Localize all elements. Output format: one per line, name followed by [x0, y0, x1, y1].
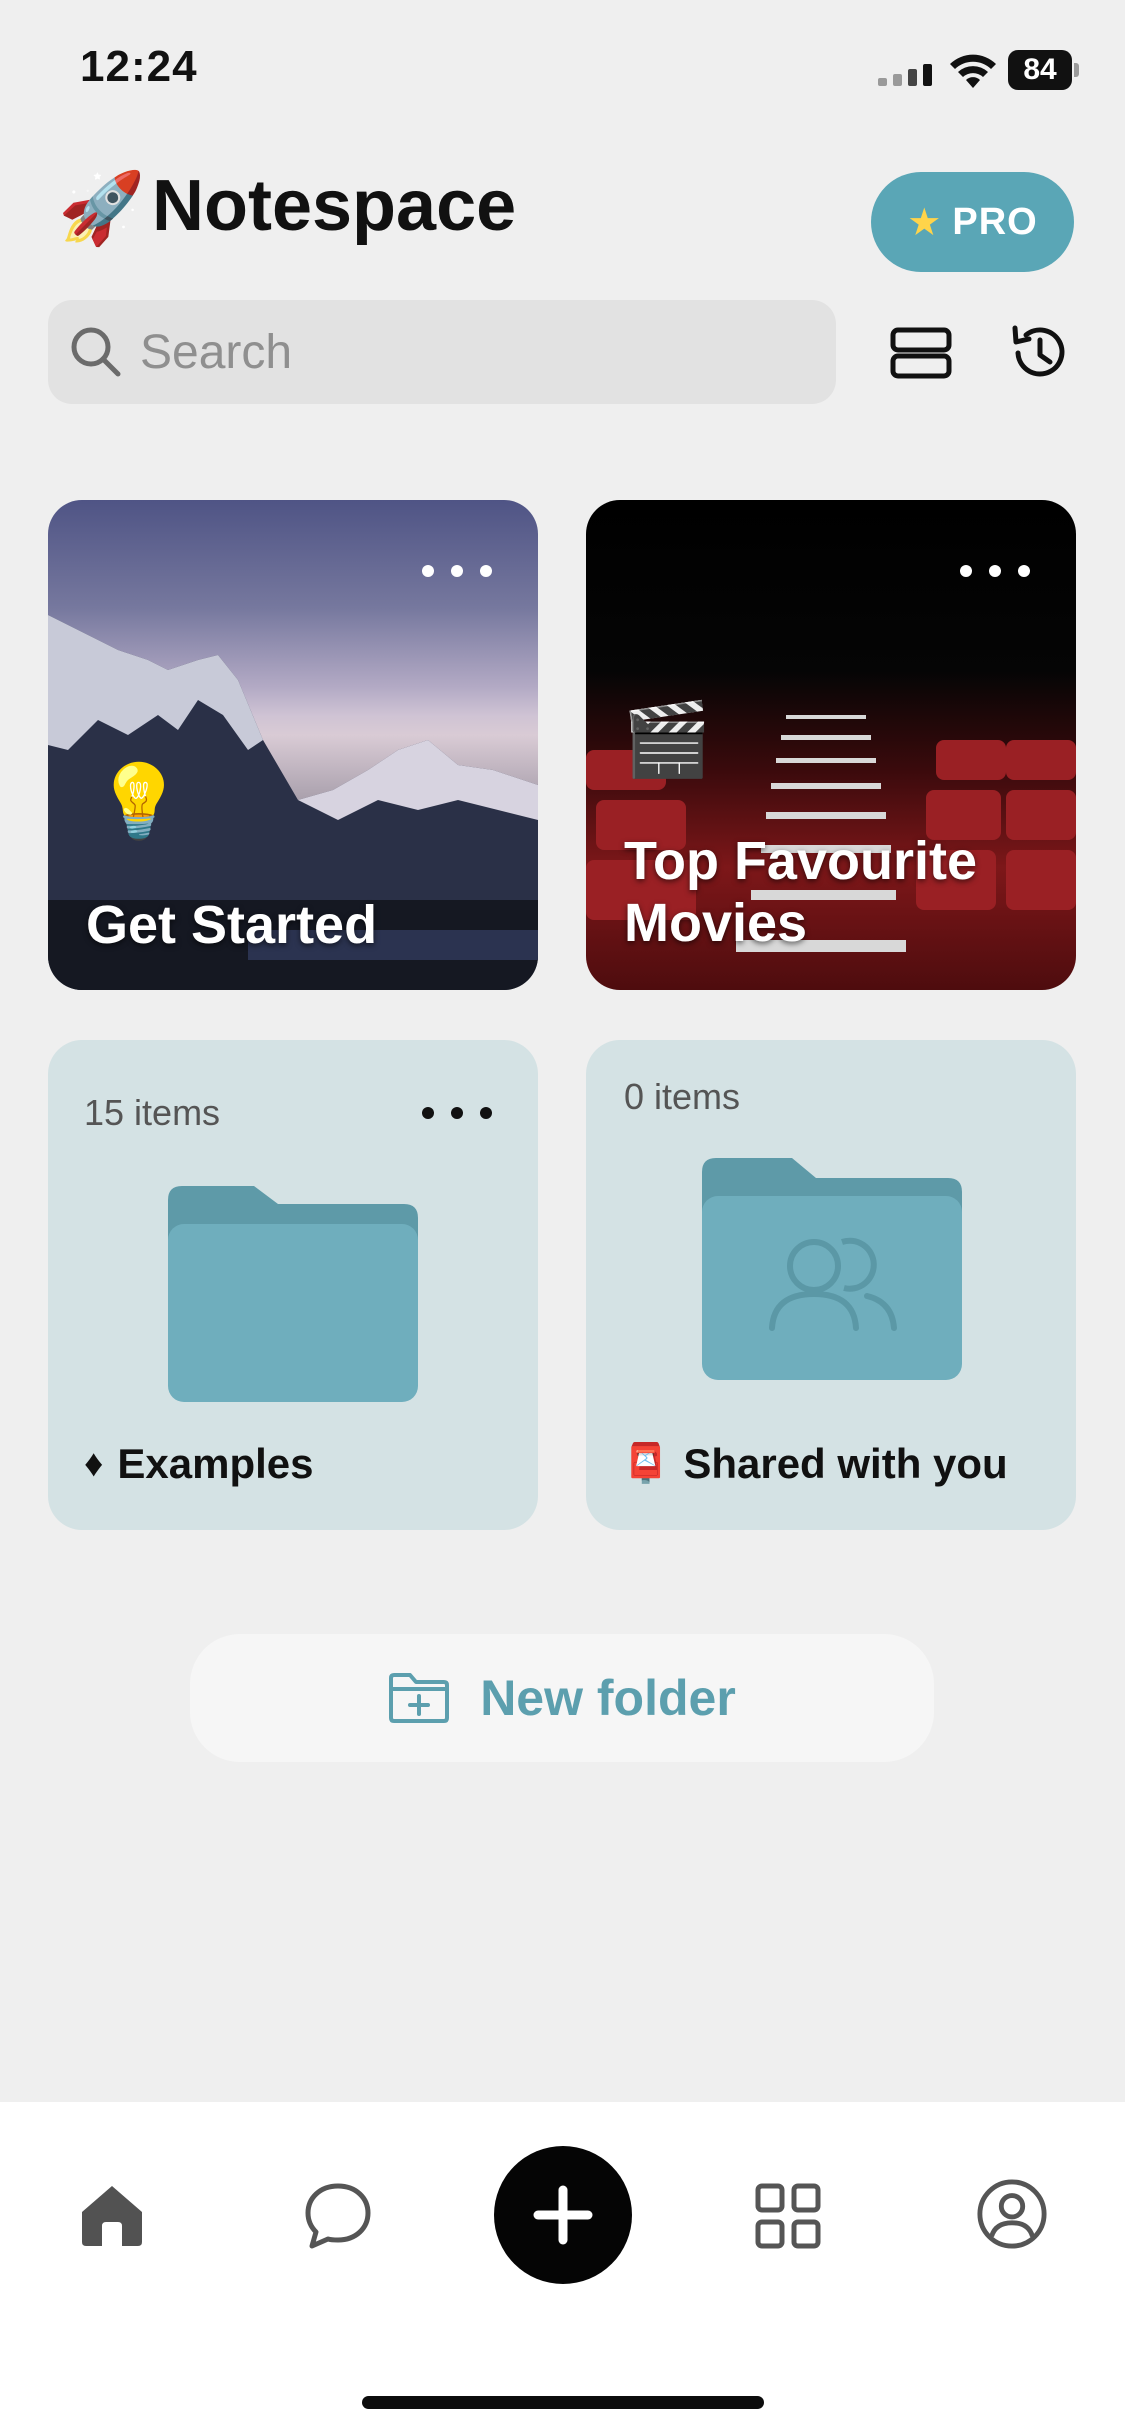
grid-icon[interactable]: [752, 2180, 824, 2252]
card-title: Get Started: [86, 895, 378, 955]
folder-name: ♦ Examples: [84, 1440, 314, 1487]
more-options-button[interactable]: [960, 556, 1030, 586]
note-card-get-started[interactable]: 💡 Get Started: [48, 500, 538, 990]
app-logo-icon: 🚀: [58, 169, 146, 247]
chat-icon[interactable]: [302, 2180, 374, 2252]
folder-item-count: 0 items: [624, 1076, 741, 1117]
home-indicator: [362, 2396, 764, 2409]
profile-icon[interactable]: [976, 2178, 1048, 2250]
clapperboard-icon: 🎬: [622, 700, 712, 780]
new-folder-button[interactable]: New folder: [190, 1634, 934, 1762]
pro-label: PRO: [952, 200, 1038, 243]
add-icon: [533, 2185, 593, 2245]
cellular-signal-icon: [878, 64, 932, 86]
search-bar[interactable]: [48, 300, 836, 404]
folder-card-shared-with-you[interactable]: 0 items 📮 Shared with you: [586, 1040, 1076, 1530]
history-icon[interactable]: [1004, 318, 1074, 388]
folder-card-examples[interactable]: 15 items ♦ Examples: [48, 1040, 538, 1530]
app-title: Notespace: [152, 166, 517, 246]
more-options-button[interactable]: [422, 556, 492, 586]
folder-icon: [168, 1186, 418, 1402]
diamond-icon: ♦: [84, 1442, 104, 1485]
wifi-icon: [950, 54, 996, 88]
search-icon: [71, 327, 121, 377]
list-layout-icon[interactable]: [888, 320, 954, 386]
lightbulb-icon: 💡: [94, 762, 184, 842]
home-icon[interactable]: [76, 2178, 148, 2250]
new-folder-label: New folder: [480, 1670, 736, 1726]
folder-name: 📮 Shared with you: [622, 1440, 1008, 1487]
battery-level: 84: [1008, 50, 1072, 90]
search-input[interactable]: [138, 323, 822, 381]
battery-icon: 84: [1008, 50, 1080, 90]
status-time: 12:24: [80, 42, 198, 91]
card-title: Top Favourite Movies: [624, 831, 978, 953]
add-button[interactable]: [494, 2146, 632, 2284]
note-card-top-favourite-movies[interactable]: 🎬 Top Favourite Movies: [586, 500, 1076, 990]
pro-button[interactable]: ★ PRO: [871, 172, 1074, 272]
star-icon: ★: [907, 201, 943, 244]
more-options-button[interactable]: [422, 1098, 492, 1128]
mailbox-icon: 📮: [622, 1443, 670, 1485]
folder-add-icon: [389, 1673, 450, 1723]
shared-folder-icon: [702, 1158, 962, 1380]
folder-item-count: 15 items: [84, 1092, 221, 1133]
